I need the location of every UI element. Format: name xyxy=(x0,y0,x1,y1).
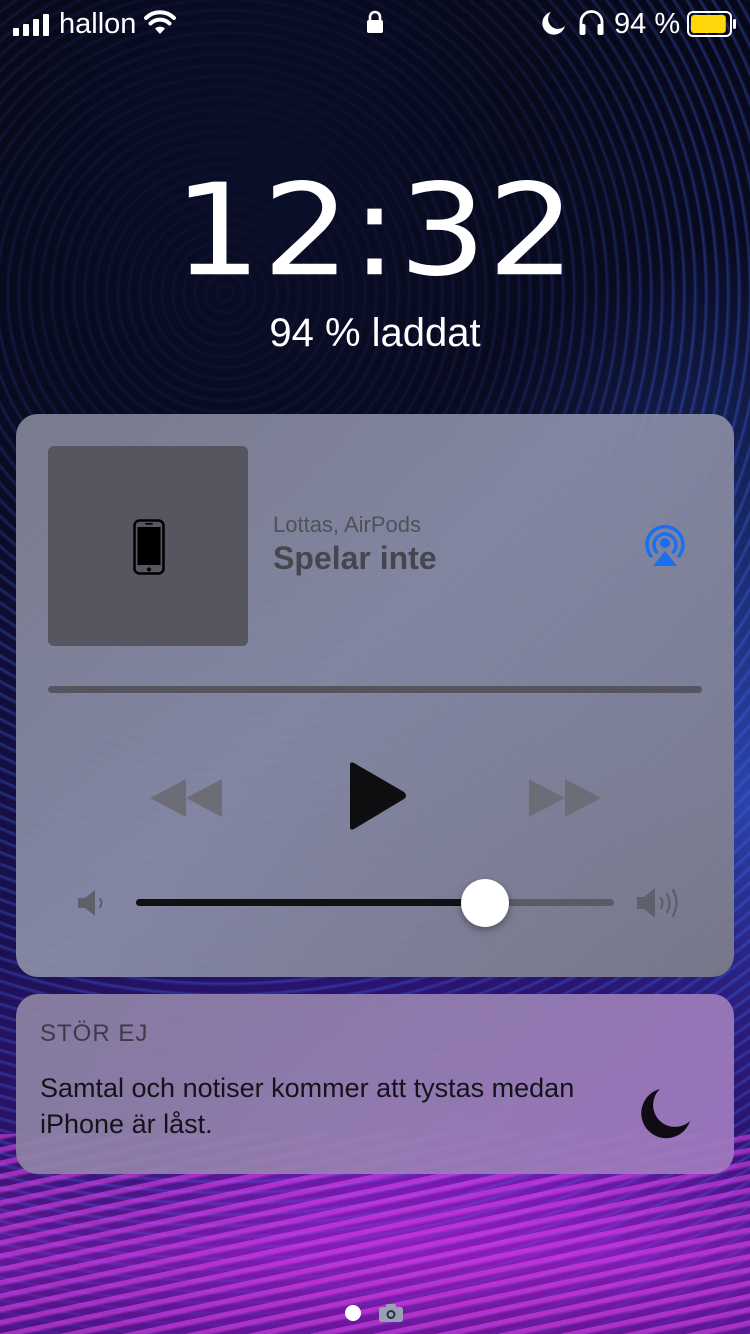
rewind-icon[interactable] xyxy=(150,779,222,817)
camera-icon[interactable] xyxy=(378,1303,404,1323)
notification-title: STÖR EJ xyxy=(40,1020,149,1047)
volume-fill xyxy=(136,899,485,906)
status-bar: hallon 94 % xyxy=(0,0,750,48)
volume-high-icon xyxy=(637,888,678,918)
do-not-disturb-notification[interactable]: STÖR EJ Samtal och notiser kommer att ty… xyxy=(16,994,734,1174)
lock-icon xyxy=(367,10,383,33)
volume-knob[interactable] xyxy=(460,879,509,927)
now-playing-card[interactable]: Lottas, AirPods Spelar inte xyxy=(16,414,734,977)
play-icon[interactable] xyxy=(346,761,408,831)
phone-icon xyxy=(133,519,165,575)
lockscreen-time: 12:32 xyxy=(173,156,577,305)
carrier-name: hallon xyxy=(59,8,137,40)
page-indicator xyxy=(345,1302,409,1324)
fast-forward-icon[interactable] xyxy=(529,779,601,817)
track-status: Spelar inte xyxy=(273,540,437,576)
moon-icon xyxy=(542,12,565,35)
notification-message: Samtal och notiser kommer att tystas med… xyxy=(40,1073,575,1139)
artwork xyxy=(48,446,248,646)
playback-scrubber[interactable] xyxy=(48,686,702,693)
battery-icon xyxy=(687,11,736,37)
wifi-icon xyxy=(144,10,176,34)
volume-low-icon xyxy=(78,890,103,916)
battery-percent: 94 % xyxy=(614,8,681,40)
headphones-icon xyxy=(579,10,604,35)
volume-slider[interactable] xyxy=(136,879,614,927)
charge-status: 94 % laddat xyxy=(269,311,481,355)
page-dot xyxy=(345,1305,361,1321)
output-device-name: Lottas, AirPods xyxy=(273,512,421,537)
moon-icon xyxy=(641,1089,690,1139)
airplay-icon[interactable] xyxy=(643,524,687,566)
signal-icon xyxy=(13,14,49,36)
